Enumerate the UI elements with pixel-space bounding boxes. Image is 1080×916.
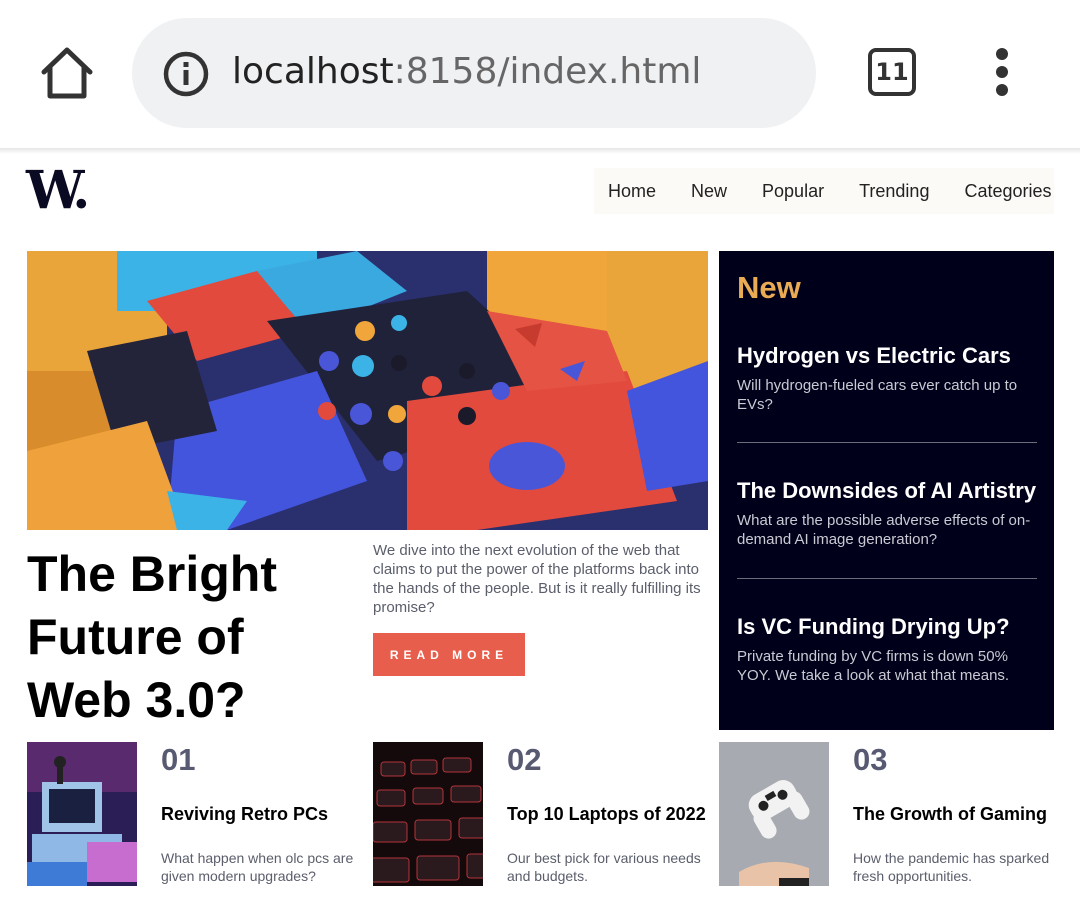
article-title[interactable]: The Growth of Gaming	[853, 804, 1047, 825]
article-card[interactable]: 01 Reviving Retro PCs What happen when o…	[27, 742, 367, 887]
nav-home[interactable]: Home	[608, 181, 656, 202]
article-title[interactable]: Reviving Retro PCs	[161, 804, 328, 825]
new-article-text: What are the possible adverse effects of…	[737, 512, 1031, 548]
main-nav: Home New Popular Trending Categories	[594, 168, 1054, 214]
divider	[737, 442, 1037, 443]
new-article-title[interactable]: Is VC Funding Drying Up?	[737, 614, 1037, 640]
new-article-item[interactable]: Hydrogen vs Electric Cars Will hydrogen-…	[737, 343, 1037, 414]
url-text: localhost:8158/index.html	[232, 51, 701, 92]
article-card[interactable]: 03 The Growth of Gaming How the pandemic…	[719, 742, 1059, 887]
nav-new[interactable]: New	[691, 181, 727, 202]
article-number: 01	[161, 742, 196, 777]
new-heading: New	[737, 270, 801, 305]
read-more-button[interactable]: READ MORE	[373, 633, 525, 676]
hero-description: We dive into the next evolution of the w…	[373, 542, 701, 616]
info-icon[interactable]	[162, 50, 210, 98]
address-bar[interactable]: localhost:8158/index.html	[132, 18, 816, 128]
new-article-title[interactable]: The Downsides of AI Artistry	[737, 478, 1037, 504]
new-article-text: Private funding by VC firms is down 50% …	[737, 648, 1010, 684]
new-article-text: Will hydrogen-fueled cars ever catch up …	[737, 377, 1018, 413]
laptop-keyboard-image	[373, 742, 483, 886]
toolbar-shadow	[0, 148, 1080, 154]
nav-categories[interactable]: Categories	[964, 181, 1051, 202]
article-description: How the pandemic has sparked fresh oppor…	[853, 850, 1050, 884]
site-logo[interactable]: W.	[26, 160, 90, 221]
more-menu-icon[interactable]	[992, 48, 1012, 100]
browser-toolbar: localhost:8158/index.html 11	[0, 0, 1080, 148]
new-article-item[interactable]: The Downsides of AI Artistry What are th…	[737, 478, 1037, 549]
url-path: :8158/index.html	[393, 51, 702, 92]
article-description: Our best pick for various needs and budg…	[507, 850, 701, 884]
article-number: 02	[507, 742, 542, 777]
article-description: What happen when olc pcs are given moder…	[161, 850, 354, 884]
retro-pc-image	[27, 742, 137, 886]
new-article-title[interactable]: Hydrogen vs Electric Cars	[737, 343, 1037, 369]
new-article-item[interactable]: Is VC Funding Drying Up? Private funding…	[737, 614, 1037, 685]
tab-switcher-button[interactable]: 11	[868, 48, 916, 96]
hero-image	[27, 251, 708, 530]
url-host: localhost	[232, 51, 394, 92]
hero-title[interactable]: The Bright Future of Web 3.0?	[27, 543, 347, 732]
home-icon[interactable]	[38, 44, 96, 102]
nav-trending[interactable]: Trending	[859, 181, 929, 202]
tab-count: 11	[875, 58, 909, 86]
new-articles-panel: New Hydrogen vs Electric Cars Will hydro…	[719, 251, 1054, 730]
article-title[interactable]: Top 10 Laptops of 2022	[507, 804, 706, 825]
nav-popular[interactable]: Popular	[762, 181, 824, 202]
divider	[737, 578, 1037, 579]
game-controller-image	[719, 742, 829, 886]
article-card[interactable]: 02 Top 10 Laptops of 2022 Our best pick …	[373, 742, 713, 887]
article-number: 03	[853, 742, 888, 777]
